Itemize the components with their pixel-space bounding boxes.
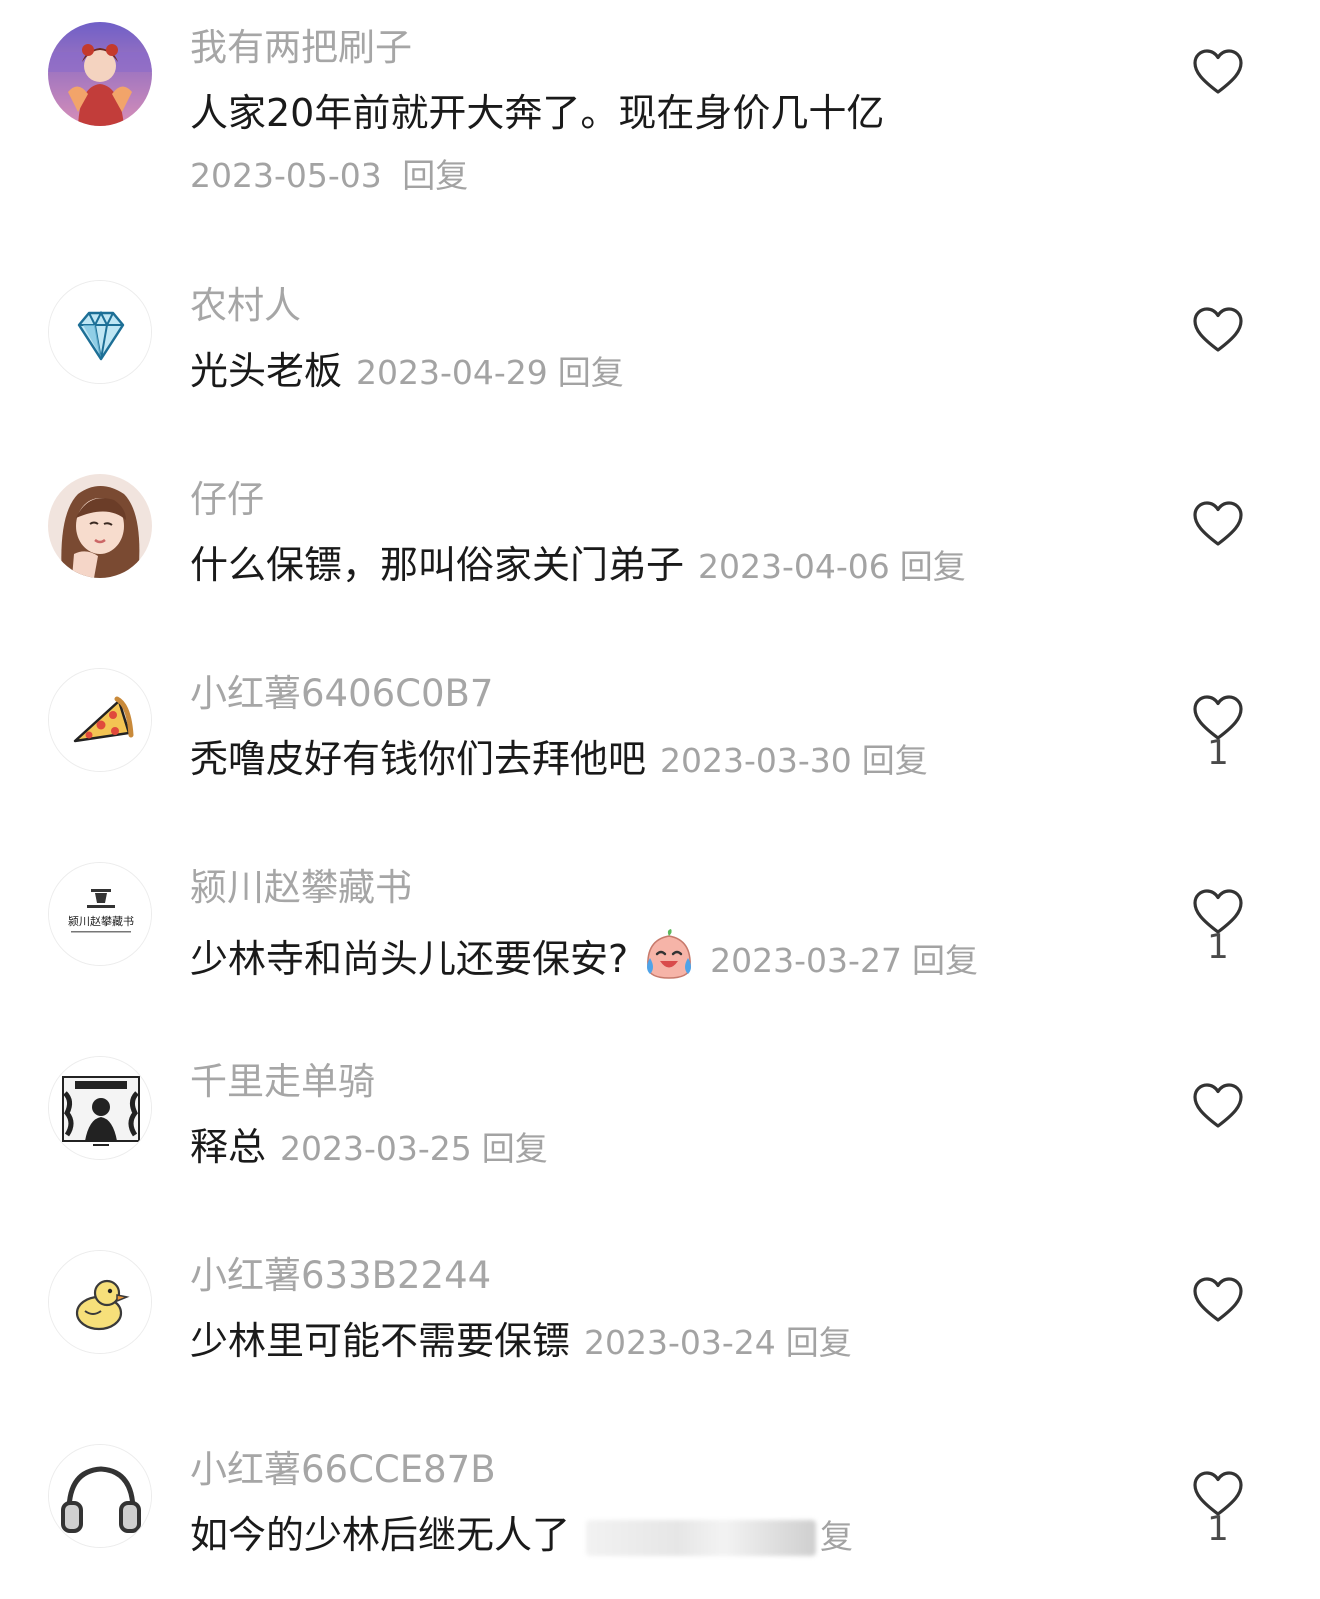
- comment-item: 仔仔 什么保镖，那叫俗家关门弟子 2023-04-06 回复: [0, 474, 1320, 664]
- reply-button[interactable]: 回复: [482, 1129, 548, 1168]
- comment-date: 2023-03-25: [280, 1129, 472, 1168]
- anime-girl-avatar-icon: [48, 22, 152, 126]
- like-count: 1: [1207, 927, 1229, 967]
- comment-text: 人家20年前就开大奔了。现在身价几十亿: [190, 91, 885, 135]
- comment-item: 小红薯633B2244 少林里可能不需要保镖 2023-03-24 回复: [0, 1250, 1320, 1440]
- comment-meta: 2023-05-03 回复: [190, 154, 468, 198]
- comment-item: 颍川赵攀藏书 颍川赵攀藏书 少林寺和尚头儿还要保安? 2023-03-27 回复 …: [0, 862, 1320, 1052]
- avatar[interactable]: [48, 668, 152, 772]
- reply-button[interactable]: 回复: [402, 156, 468, 195]
- comment-item: 小红薯6406C0B7 秃噜皮好有钱你们去拜他吧 2023-03-30 回复 1: [0, 668, 1320, 858]
- heart-icon[interactable]: [1192, 306, 1244, 354]
- reply-button[interactable]: 回复: [558, 353, 624, 392]
- blurred-overlay: [586, 1519, 817, 1556]
- username[interactable]: 仔仔: [190, 478, 264, 522]
- avatar[interactable]: [48, 1250, 152, 1354]
- username[interactable]: 小红薯6406C0B7: [190, 672, 493, 716]
- avatar[interactable]: [48, 22, 152, 126]
- avatar[interactable]: 颍川赵攀藏书: [48, 862, 152, 966]
- comment-line: 释总 2023-03-25 回复: [190, 1122, 548, 1174]
- heart-icon[interactable]: [1192, 500, 1244, 548]
- pizza-avatar-icon: [49, 669, 151, 771]
- reply-button[interactable]: 回复: [786, 1323, 852, 1362]
- comment-line: 如今的少林后继无人了 复: [190, 1510, 853, 1562]
- username[interactable]: 小红薯633B2244: [190, 1254, 491, 1298]
- comment-text: 光头老板: [190, 349, 343, 393]
- comment-line: 光头老板 2023-04-29 回复: [190, 346, 624, 398]
- username[interactable]: 农村人: [190, 284, 301, 328]
- username[interactable]: 小红薯66CCE87B: [190, 1448, 496, 1492]
- duck-avatar-icon: [49, 1251, 151, 1353]
- comment-date: 2023-03-30: [660, 741, 852, 780]
- woman-photo-avatar-icon: [48, 474, 152, 578]
- avatar[interactable]: [48, 474, 152, 578]
- comment-date: 2023-03-24: [584, 1323, 776, 1362]
- comment-item: 小红薯66CCE87B 如今的少林后继无人了 复 1: [0, 1444, 1320, 1599]
- comment-text: 什么保镖，那叫俗家关门弟子: [190, 543, 685, 587]
- comment-line: 秃噜皮好有钱你们去拜他吧 2023-03-30 回复: [190, 734, 928, 786]
- comment-text: 秃噜皮好有钱你们去拜他吧: [190, 737, 647, 781]
- reply-button[interactable]: 回复: [912, 941, 978, 980]
- reply-button[interactable]: 回复: [900, 547, 966, 586]
- comment-text: 释总: [190, 1125, 267, 1169]
- username[interactable]: 千里走单骑: [190, 1060, 375, 1104]
- comment-line: 什么保镖，那叫俗家关门弟子 2023-04-06 回复: [190, 540, 966, 592]
- crying-laughing-emoji-icon: [647, 929, 692, 979]
- book-logo-text: 颍川赵攀藏书: [68, 914, 134, 928]
- book-logo-avatar-icon: 颍川赵攀藏书: [49, 863, 151, 965]
- comment-date: 2023-05-03: [190, 156, 382, 195]
- comment-item: 农村人 光头老板 2023-04-29 回复: [0, 280, 1320, 470]
- avatar[interactable]: [48, 280, 152, 384]
- comment-date: 2023-03-27: [710, 941, 902, 980]
- comment-text: 少林寺和尚头儿还要保安?: [190, 937, 629, 981]
- headphones-avatar-icon: [49, 1445, 151, 1547]
- comment-item: 我有两把刷子 人家20年前就开大奔了。现在身价几十亿 2023-05-03 回复: [0, 22, 1320, 212]
- comment-item: 千里走单骑 释总 2023-03-25 回复: [0, 1056, 1320, 1246]
- reply-button[interactable]: 复: [820, 1517, 853, 1556]
- diamond-avatar-icon: [49, 281, 151, 383]
- comment-text: 少林里可能不需要保镖: [190, 1319, 571, 1363]
- reply-button[interactable]: 回复: [862, 741, 928, 780]
- comment-date: 2023-04-06: [698, 547, 890, 586]
- heart-icon[interactable]: [1192, 1276, 1244, 1324]
- emblem-avatar-icon: [49, 1057, 151, 1159]
- avatar[interactable]: [48, 1444, 152, 1548]
- avatar[interactable]: [48, 1056, 152, 1160]
- username[interactable]: 我有两把刷子: [190, 26, 412, 70]
- comment-text: 如今的少林后继无人了: [190, 1513, 571, 1557]
- username[interactable]: 颍川赵攀藏书: [190, 866, 412, 910]
- heart-icon[interactable]: [1192, 48, 1244, 96]
- comment-line: 少林里可能不需要保镖 2023-03-24 回复: [190, 1316, 852, 1368]
- comment-line: 少林寺和尚头儿还要保安? 2023-03-27 回复: [190, 928, 978, 986]
- comment-date: 2023-04-29: [356, 353, 548, 392]
- like-count: 1: [1207, 1509, 1229, 1549]
- heart-icon[interactable]: [1192, 1082, 1244, 1130]
- like-count: 1: [1207, 733, 1229, 773]
